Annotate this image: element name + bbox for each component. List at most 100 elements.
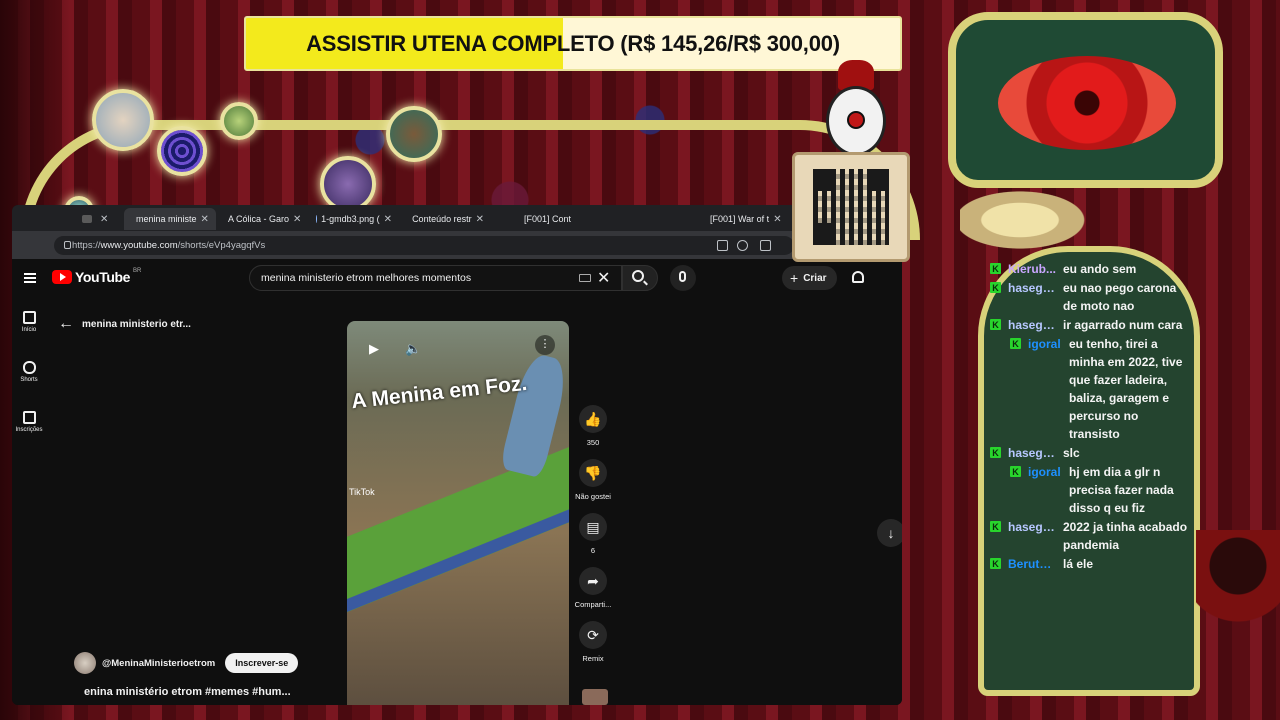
sidebar-item-home[interactable]: Início <box>12 311 46 333</box>
qr-scroll <box>792 152 910 262</box>
tab-favicon <box>82 215 92 223</box>
like-button[interactable]: 👍 350 <box>570 405 616 447</box>
browser-window: ✕ menina ministe ✕ A Cólica - Garo ✕ 1-g… <box>12 205 902 705</box>
kick-badge-icon: K <box>990 521 1001 532</box>
star-orb <box>220 102 258 140</box>
microphone-icon <box>679 271 686 282</box>
clown-mascot <box>826 86 886 156</box>
close-icon[interactable]: ✕ <box>100 214 108 225</box>
play-icon[interactable]: ▶ <box>369 341 379 357</box>
keyboard-icon[interactable] <box>579 274 591 282</box>
chat-message-text: lá ele <box>1063 557 1094 571</box>
back-arrow-icon: ← <box>58 315 74 332</box>
goal-text: ASSISTIR UTENA COMPLETO (R$ 145,26/R$ 30… <box>306 30 840 56</box>
address-bar[interactable]: https://www.youtube.com/shorts/eVp4yagqf… <box>54 236 794 255</box>
chat-username[interactable]: igoral <box>1028 335 1062 353</box>
notifications-bell-icon[interactable] <box>852 271 864 283</box>
chat-username[interactable]: hasega... <box>1008 316 1056 334</box>
clear-search-icon[interactable]: ✕ <box>597 268 610 288</box>
chat-username[interactable]: hasega... <box>1008 444 1056 462</box>
chat-username[interactable]: hasega... <box>1008 279 1056 297</box>
chat-message-text: hj em dia a glr n precisa fazer nada dis… <box>1069 465 1174 515</box>
install-app-icon[interactable] <box>717 240 728 251</box>
chat-message: Khasega... 2022 ja tinha acabado pandemia <box>990 518 1190 554</box>
video-overlay-caption: A Menina em Foz. <box>350 371 529 414</box>
remix-button[interactable]: ⟳ Remix <box>570 621 616 663</box>
search-input[interactable]: menina ministerio etrom melhores momento… <box>249 265 622 291</box>
browser-tab[interactable]: [F001] Cont <box>516 208 608 230</box>
sidebar-item-subscriptions[interactable]: Inscrições <box>12 411 46 433</box>
short-title[interactable]: enina ministério etrom #memes #hum... <box>84 686 291 698</box>
url-path: /shorts/eVp4yagqfVs <box>177 240 266 251</box>
home-icon <box>22 311 36 324</box>
shorts-actions: 👍 350 👎 Não gostei ▤ 6 ➦ Comparti... ⟳ R… <box>570 405 616 675</box>
arrow-down-icon: ↓ <box>887 525 895 541</box>
browser-tab[interactable]: A Cólica - Garo ✕ <box>216 208 308 230</box>
close-icon[interactable]: ✕ <box>476 214 484 225</box>
chat-username[interactable]: hasega... <box>1008 518 1056 536</box>
skull-orb <box>320 156 376 212</box>
close-icon[interactable]: ✕ <box>773 214 781 225</box>
browser-tab[interactable]: 1-gmdb3.png ( ✕ <box>308 208 400 230</box>
sidebar-item-shorts[interactable]: Shorts <box>12 361 46 383</box>
next-short-button[interactable]: ↓ <box>877 519 902 547</box>
avatar-orb <box>386 106 442 162</box>
spiral-orb <box>157 126 207 176</box>
kick-badge-icon: K <box>1010 466 1021 477</box>
kick-badge-icon: K <box>990 319 1001 330</box>
dislike-button[interactable]: 👎 Não gostei <box>570 459 616 501</box>
kick-badge-icon: K <box>990 282 1001 293</box>
shorts-icon <box>22 361 36 374</box>
plus-icon: + <box>790 270 799 286</box>
volume-icon[interactable]: 🔈 <box>405 341 421 357</box>
search-icon <box>632 270 644 282</box>
kick-badge-icon: K <box>990 447 1001 458</box>
browser-tab-active[interactable]: menina ministe ✕ <box>124 208 216 230</box>
chat-message: Kigoral hj em dia a glr n precisa fazer n… <box>990 463 1190 517</box>
qr-code <box>813 169 889 245</box>
chat-message-text: 2022 ja tinha acabado pandemia <box>1063 520 1188 552</box>
clown-eye <box>847 111 865 129</box>
chat-message-text: eu ando sem <box>1063 262 1137 276</box>
shorts-video-player[interactable]: A Menina em Foz. ▶ 🔈 ⋮ TikTok <box>347 321 569 705</box>
channel-avatar[interactable] <box>74 652 96 674</box>
kick-badge-icon: K <box>990 558 1001 569</box>
url-prefix: https:// <box>72 240 101 251</box>
youtube-logo[interactable]: YouTube BR <box>52 268 141 285</box>
browser-tab[interactable]: Conteúdo restr ✕ <box>400 208 492 230</box>
close-icon[interactable]: ✕ <box>384 214 392 225</box>
villain-decoration <box>1196 530 1280 650</box>
globe-icon <box>316 215 318 223</box>
chat-message-text: ir agarrado num cara <box>1063 318 1183 332</box>
chat-message-text: slc <box>1063 446 1080 460</box>
close-icon[interactable]: ✕ <box>293 214 301 225</box>
chat-username[interactable]: igoral <box>1028 463 1062 481</box>
address-bar-row: https://www.youtube.com/shorts/eVp4yagqf… <box>12 231 902 259</box>
audio-thumbnail[interactable] <box>582 689 608 705</box>
extensions-icon[interactable] <box>760 240 771 251</box>
like-icon: 👍 <box>579 405 607 433</box>
browser-tab[interactable]: ✕ <box>74 208 124 230</box>
bookmark-star-icon[interactable] <box>737 240 748 251</box>
hamburger-menu-icon[interactable] <box>24 273 36 283</box>
close-icon[interactable]: ✕ <box>201 214 209 225</box>
channel-name[interactable]: @MeninaMinisterioetrom <box>102 658 215 669</box>
back-to-results[interactable]: ← menina ministerio etr... <box>58 315 191 333</box>
subscribe-button[interactable]: Inscrever-se <box>225 653 299 673</box>
chat-message: Kigoral eu tenho, tirei a minha em 2022, … <box>990 335 1190 443</box>
chat-username[interactable]: Kierub... <box>1008 260 1056 278</box>
chat-messages: K Kierub... eu ando sem Khasega... eu nao pe… <box>990 260 1190 574</box>
youtube-page: YouTube BR menina ministerio etrom melho… <box>12 259 902 705</box>
share-button[interactable]: ➦ Comparti... <box>570 567 616 609</box>
share-icon: ➦ <box>579 567 607 595</box>
chat-message: Khasega... ir agarrado num cara <box>990 316 1190 334</box>
site-info-icon[interactable] <box>64 241 71 249</box>
more-options-icon[interactable]: ⋮ <box>535 335 555 355</box>
comments-button[interactable]: ▤ 6 <box>570 513 616 555</box>
remix-icon: ⟳ <box>579 621 607 649</box>
create-button[interactable]: + Criar <box>782 266 837 290</box>
tiktok-watermark: TikTok <box>349 487 375 497</box>
browser-tab[interactable]: [F001] War of t ✕ <box>702 208 782 230</box>
youtube-play-icon <box>52 270 72 284</box>
chat-username[interactable]: Beruto... <box>1008 555 1056 573</box>
